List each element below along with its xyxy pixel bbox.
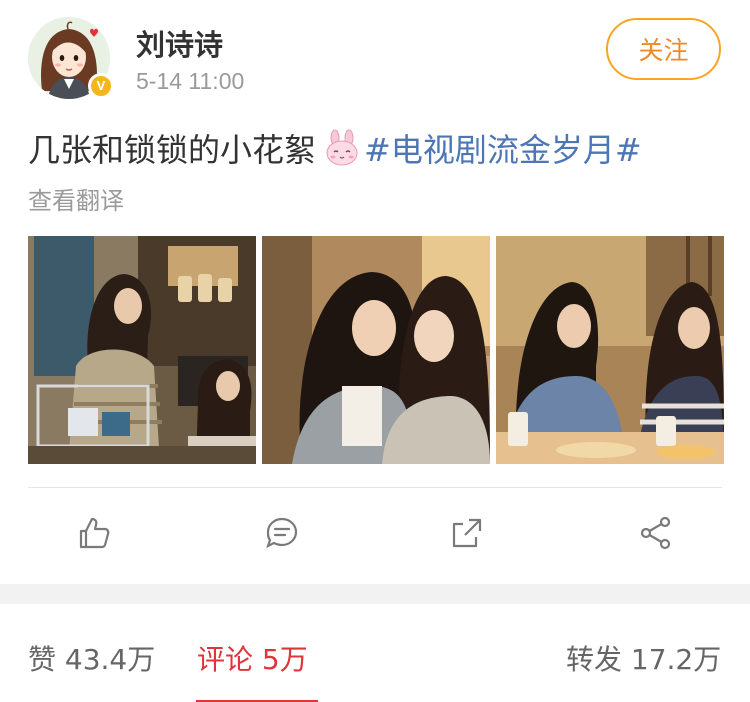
- username[interactable]: 刘诗诗: [136, 22, 223, 64]
- photo-1[interactable]: [28, 236, 256, 464]
- photo-2[interactable]: [262, 236, 490, 464]
- post-text-body: 几张和锁锁的小花絮: [28, 131, 317, 169]
- tab-likes[interactable]: 赞 43.4万: [28, 638, 155, 678]
- stats-bar: 赞 43.4万 评论 5万 转发 17.2万: [0, 604, 750, 702]
- share-icon[interactable]: [447, 512, 487, 554]
- translate-link[interactable]: 查看翻译: [28, 181, 124, 216]
- divider: [28, 487, 722, 488]
- photo-grid: [28, 236, 724, 464]
- bunny-face-emoji-icon: [322, 128, 362, 168]
- post-text: 几张和锁锁的小花絮 #电视剧流金岁月#: [28, 125, 642, 171]
- verified-badge-icon: V: [88, 73, 114, 99]
- weibo-post: V 刘诗诗 5-14 11:00 关注 几张和锁锁的小花絮 #电视剧流金岁月# …: [0, 0, 750, 584]
- hashtag-link[interactable]: #电视剧流金岁月#: [364, 125, 642, 171]
- post-timestamp: 5-14 11:00: [136, 68, 245, 94]
- follow-button[interactable]: 关注: [606, 18, 721, 80]
- photo-3[interactable]: [496, 236, 724, 464]
- comment-icon[interactable]: [262, 512, 302, 554]
- tab-reposts[interactable]: 转发 17.2万: [566, 638, 721, 678]
- tab-comments[interactable]: 评论 5万: [197, 638, 308, 678]
- like-icon[interactable]: [74, 512, 114, 554]
- more-share-icon[interactable]: [636, 512, 676, 554]
- section-gap: [0, 584, 750, 604]
- avatar[interactable]: V: [28, 17, 114, 99]
